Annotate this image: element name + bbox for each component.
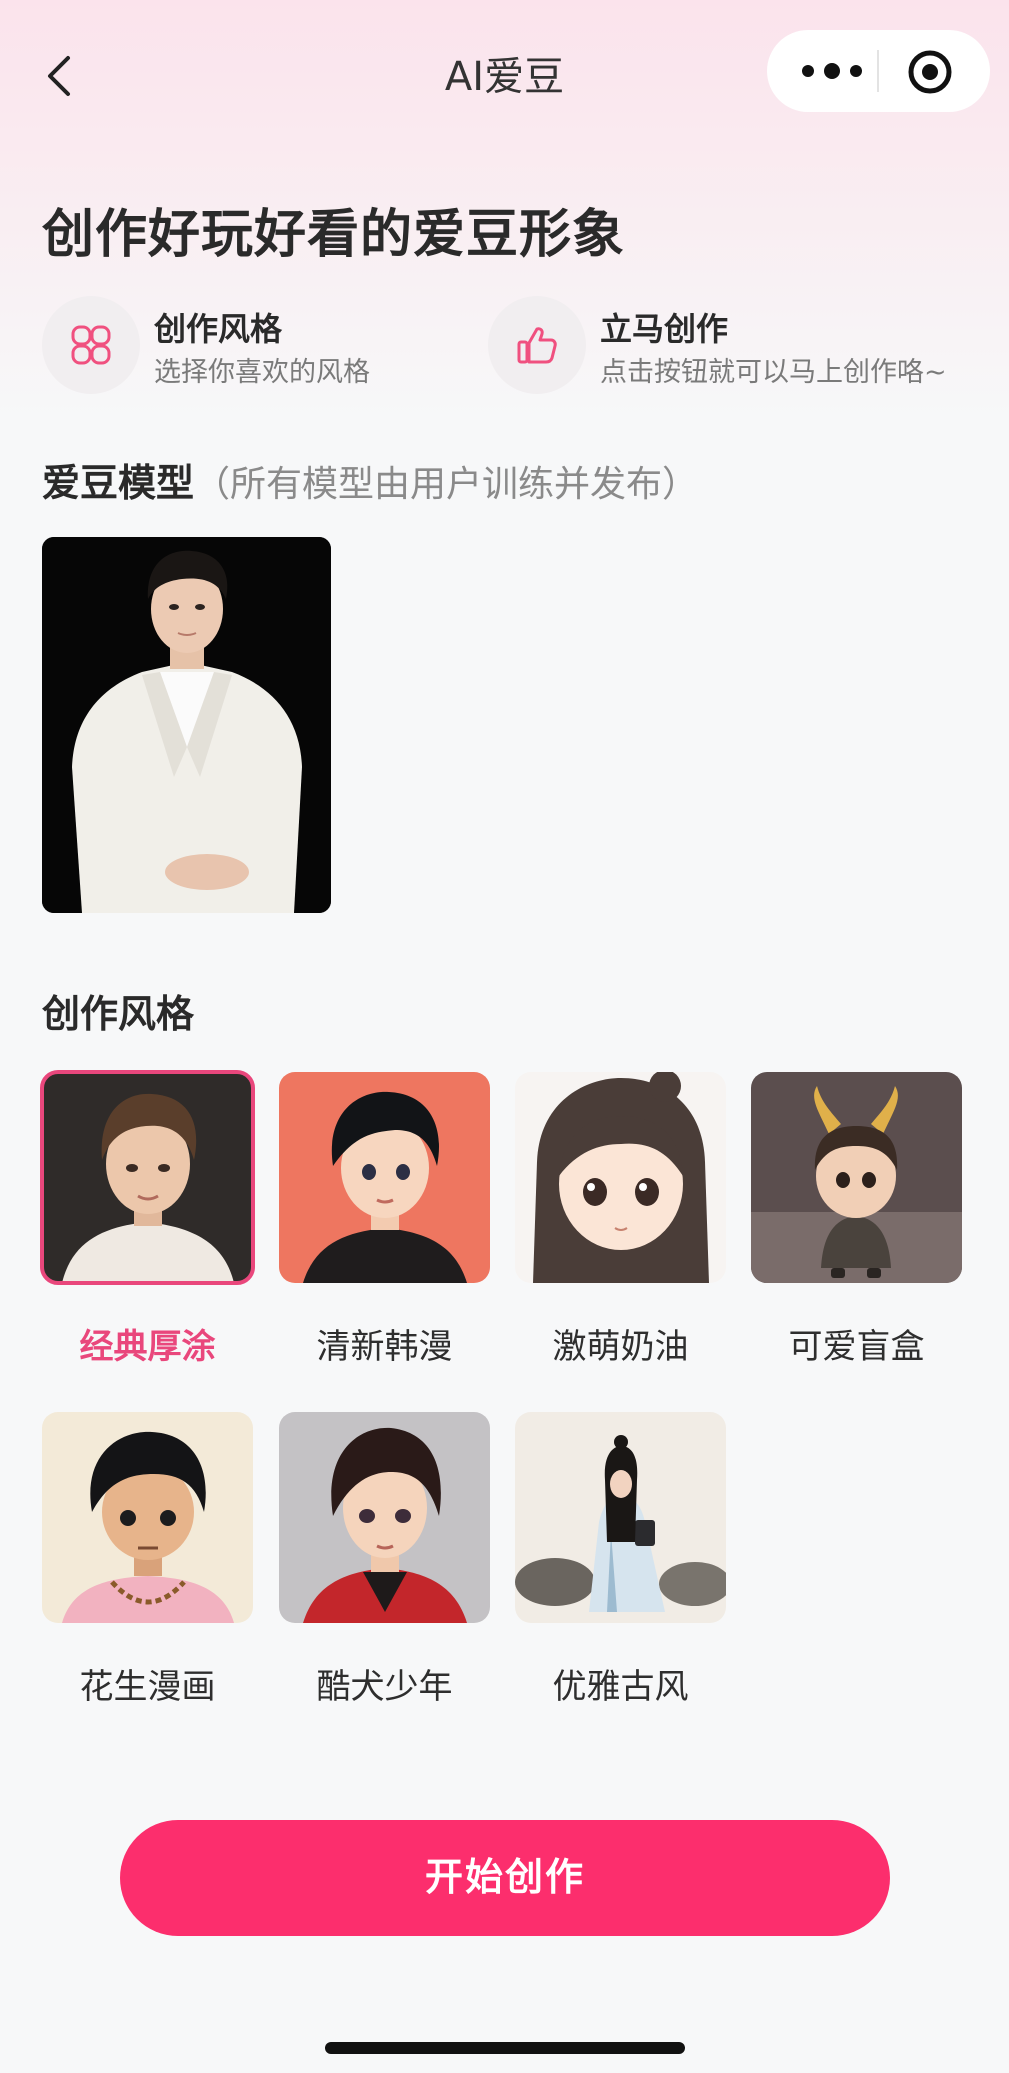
style-thumb <box>515 1072 726 1283</box>
style-item-elegant-ancient[interactable]: 优雅古风 <box>515 1412 726 1708</box>
thumbs-up-icon <box>517 327 557 364</box>
style-avatar-image <box>42 1072 253 1283</box>
style-thumb <box>42 1412 253 1623</box>
style-thumb <box>751 1072 962 1283</box>
headline: 创作好玩好看的爱豆形象 <box>42 205 626 265</box>
style-item-cute-cream[interactable]: 激萌奶油 <box>515 1072 726 1368</box>
model-section-title: 爱豆模型（所有模型由用户训练并发布） <box>42 452 698 507</box>
idol-model-card[interactable] <box>42 537 331 913</box>
model-section-heading: 爱豆模型 <box>42 461 195 505</box>
style-item-cool-dog-boy[interactable]: 酷犬少年 <box>279 1412 490 1708</box>
style-item-blind-box[interactable]: 可爱盲盒 <box>751 1072 962 1368</box>
style-thumb <box>279 1072 490 1283</box>
feature-subtitle: 选择你喜欢的风格 <box>154 357 370 388</box>
style-label: 花生漫画 <box>79 1667 216 1707</box>
style-avatar-image <box>515 1072 726 1283</box>
capsule-divider <box>877 50 879 92</box>
more-icon[interactable] <box>797 52 867 90</box>
style-label: 经典厚涂 <box>79 1327 216 1367</box>
style-item-peanut-comic[interactable]: 花生漫画 <box>42 1412 253 1708</box>
model-section-note: （所有模型由用户训练并发布） <box>194 464 699 505</box>
home-indicator <box>325 2042 685 2054</box>
style-label: 清新韩漫 <box>316 1327 453 1367</box>
style-thumb <box>40 1070 255 1285</box>
close-target-icon[interactable] <box>907 49 953 95</box>
style-thumb <box>279 1412 490 1623</box>
style-label: 酷犬少年 <box>316 1667 453 1707</box>
feature-subtitle: 点击按钮就可以马上创作咯~ <box>600 357 947 388</box>
feature-icon-bg <box>42 296 140 394</box>
mini-program-capsule <box>767 30 990 112</box>
style-thumb <box>515 1412 726 1623</box>
style-label: 优雅古风 <box>552 1667 689 1707</box>
style-avatar-image <box>279 1072 490 1283</box>
style-avatar-image <box>751 1072 962 1283</box>
start-create-button[interactable]: 开始创作 <box>120 1820 890 1936</box>
style-avatar-image <box>279 1412 490 1623</box>
style-avatar-image <box>515 1412 726 1623</box>
style-section-title: 创作风格 <box>42 992 195 1036</box>
feature-style: 创作风格 选择你喜欢的风格 <box>42 296 462 396</box>
style-item-classic-thick[interactable]: 经典厚涂 <box>40 1070 255 1368</box>
feature-title: 立马创作 <box>600 310 729 348</box>
four-petal-icon <box>71 325 111 365</box>
feature-icon-bg <box>488 296 586 394</box>
style-avatar-image <box>42 1412 253 1623</box>
style-item-fresh-korean[interactable]: 清新韩漫 <box>279 1072 490 1368</box>
feature-create: 立马创作 点击按钮就可以马上创作咯~ <box>488 296 988 396</box>
feature-title: 创作风格 <box>154 310 283 348</box>
model-photo <box>42 537 331 913</box>
style-label: 可爱盲盒 <box>788 1327 925 1367</box>
style-label: 激萌奶油 <box>552 1327 689 1367</box>
